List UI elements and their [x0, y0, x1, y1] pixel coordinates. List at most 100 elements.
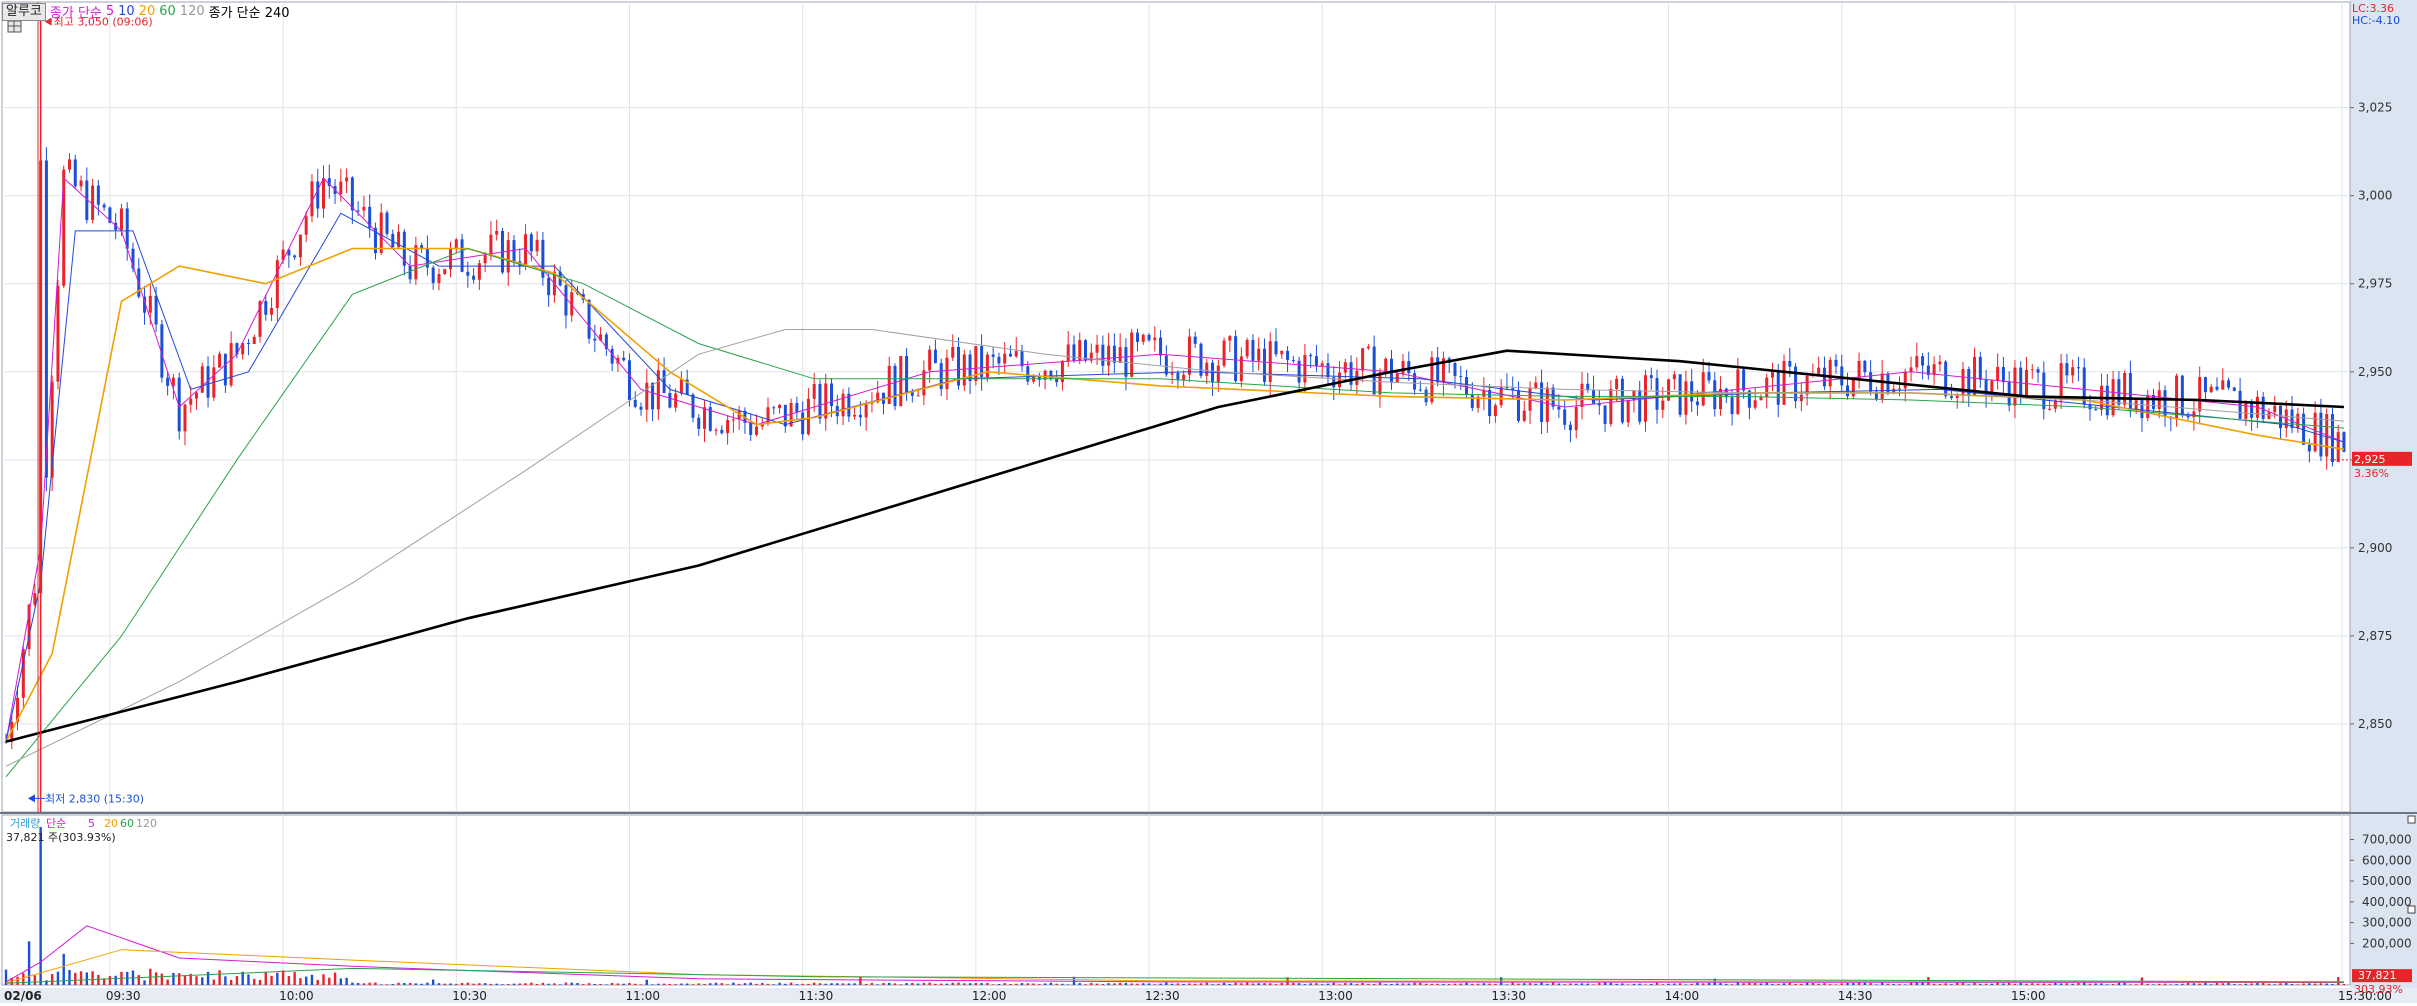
volume-bar	[726, 984, 729, 985]
candle	[1135, 332, 1139, 342]
y-tick-label: 2,950	[2358, 365, 2392, 379]
candle	[408, 265, 412, 280]
candle	[754, 426, 758, 435]
volume-bar	[1147, 983, 1151, 985]
volume-bar	[1194, 983, 1197, 985]
volume-bar	[2111, 984, 2115, 985]
ma-legend-240[interactable]: 종가 단순 240	[209, 2, 290, 21]
volume-bar	[2296, 984, 2300, 985]
volume-bar	[443, 983, 446, 985]
volume-bar	[1546, 983, 1549, 985]
candle	[2209, 386, 2213, 393]
candle	[246, 343, 250, 345]
candle	[1522, 410, 1526, 421]
candle	[2105, 385, 2109, 416]
candle	[1776, 370, 1780, 405]
volume-bar	[1938, 983, 1942, 985]
volume-bar	[2308, 983, 2311, 985]
volume-tick-label: 600,000	[2362, 853, 2412, 867]
grid-settings-icon[interactable]	[7, 20, 22, 33]
volume-bar	[420, 983, 423, 985]
volume-bar	[1580, 983, 1584, 985]
candle	[1251, 340, 1255, 361]
volume-bar	[1725, 983, 1728, 985]
candle	[1199, 343, 1203, 376]
candle	[639, 406, 643, 410]
candle	[778, 404, 782, 409]
candle	[1817, 367, 1821, 374]
volume-ma-legend-5: 5	[88, 817, 95, 830]
volume-bar	[2285, 982, 2288, 985]
volume-bar	[114, 975, 117, 985]
volume-bar	[1534, 983, 1538, 985]
candle	[1170, 373, 1174, 375]
volume-bar	[281, 970, 285, 985]
candle	[56, 285, 60, 382]
volume-tick-label: 500,000	[2362, 874, 2412, 888]
candle	[1626, 400, 1630, 423]
volume-bar	[824, 983, 827, 985]
date-label: 02/06	[4, 989, 42, 1003]
volume-bar	[1551, 982, 1555, 985]
candle	[1661, 400, 1665, 410]
volume-bar	[847, 983, 851, 985]
volume-bar	[1476, 983, 1480, 985]
volume-bar	[218, 970, 221, 985]
volume-bar	[1361, 982, 1364, 985]
volume-bar	[1297, 983, 1301, 985]
volume-bar	[253, 978, 256, 985]
volume-bar	[1309, 983, 1312, 985]
volume-bar	[836, 983, 839, 985]
volume-bar	[495, 983, 498, 985]
candle	[466, 271, 470, 276]
stock-chart[interactable]: 09:30 10:00 10:30 11:00 11:30 12:00 12:30 13:00…	[0, 0, 2417, 1003]
candle	[1921, 356, 1925, 366]
volume-bar	[1748, 982, 1751, 985]
volume-bar	[830, 983, 833, 985]
volume-bar	[1505, 984, 1509, 985]
candle	[731, 419, 735, 421]
volume-bar	[1315, 983, 1318, 985]
volume-bar	[1511, 982, 1514, 985]
candle	[2273, 405, 2277, 413]
volume-bar	[1540, 982, 1543, 985]
candle	[1234, 336, 1238, 382]
candle	[1118, 347, 1122, 363]
x-tick-label: 12:00	[972, 989, 1007, 1003]
volume-bar	[1661, 984, 1665, 985]
panel-minimize-icon[interactable]	[2407, 815, 2416, 824]
candle	[1557, 406, 1561, 410]
volume-bar	[2106, 984, 2109, 985]
volume-bar	[356, 982, 360, 985]
candle	[1193, 336, 1197, 344]
volume-bar	[276, 972, 279, 985]
candle	[1493, 405, 1497, 417]
ma-legend[interactable]: 종가 단순 5 10 20 60 120	[50, 2, 205, 21]
candle	[1742, 369, 1746, 391]
volume-bar	[1118, 982, 1122, 985]
volume-bar	[749, 982, 752, 985]
chart-toolbar: 알루코 종가 단순 5 10 20 60 120 종가 단순 240	[2, 2, 290, 21]
candle	[1684, 381, 1688, 415]
volume-bar	[1667, 983, 1670, 985]
volume-bar	[1644, 984, 1647, 985]
candle	[1003, 353, 1007, 364]
volume-bar	[501, 984, 504, 985]
volume-bar	[801, 983, 804, 985]
candle	[1066, 344, 1070, 362]
volume-bar	[691, 984, 695, 985]
volume-bar	[1690, 983, 1693, 985]
stock-name[interactable]: 알루코	[2, 2, 46, 21]
chart-canvas[interactable]: 09:30 10:00 10:30 11:00 11:30 12:00 12:30 13:00…	[0, 0, 2417, 1003]
candle	[2019, 367, 2023, 396]
volume-bar	[616, 983, 620, 985]
candle	[322, 178, 326, 209]
candle	[1222, 340, 1226, 366]
volume-bar	[876, 984, 879, 985]
volume-bar	[812, 982, 816, 985]
volume-bar	[1702, 983, 1705, 985]
volume-bar	[1771, 983, 1774, 985]
candle	[125, 208, 129, 249]
volume-bar	[2319, 983, 2323, 985]
volume-bar	[1765, 982, 1768, 985]
